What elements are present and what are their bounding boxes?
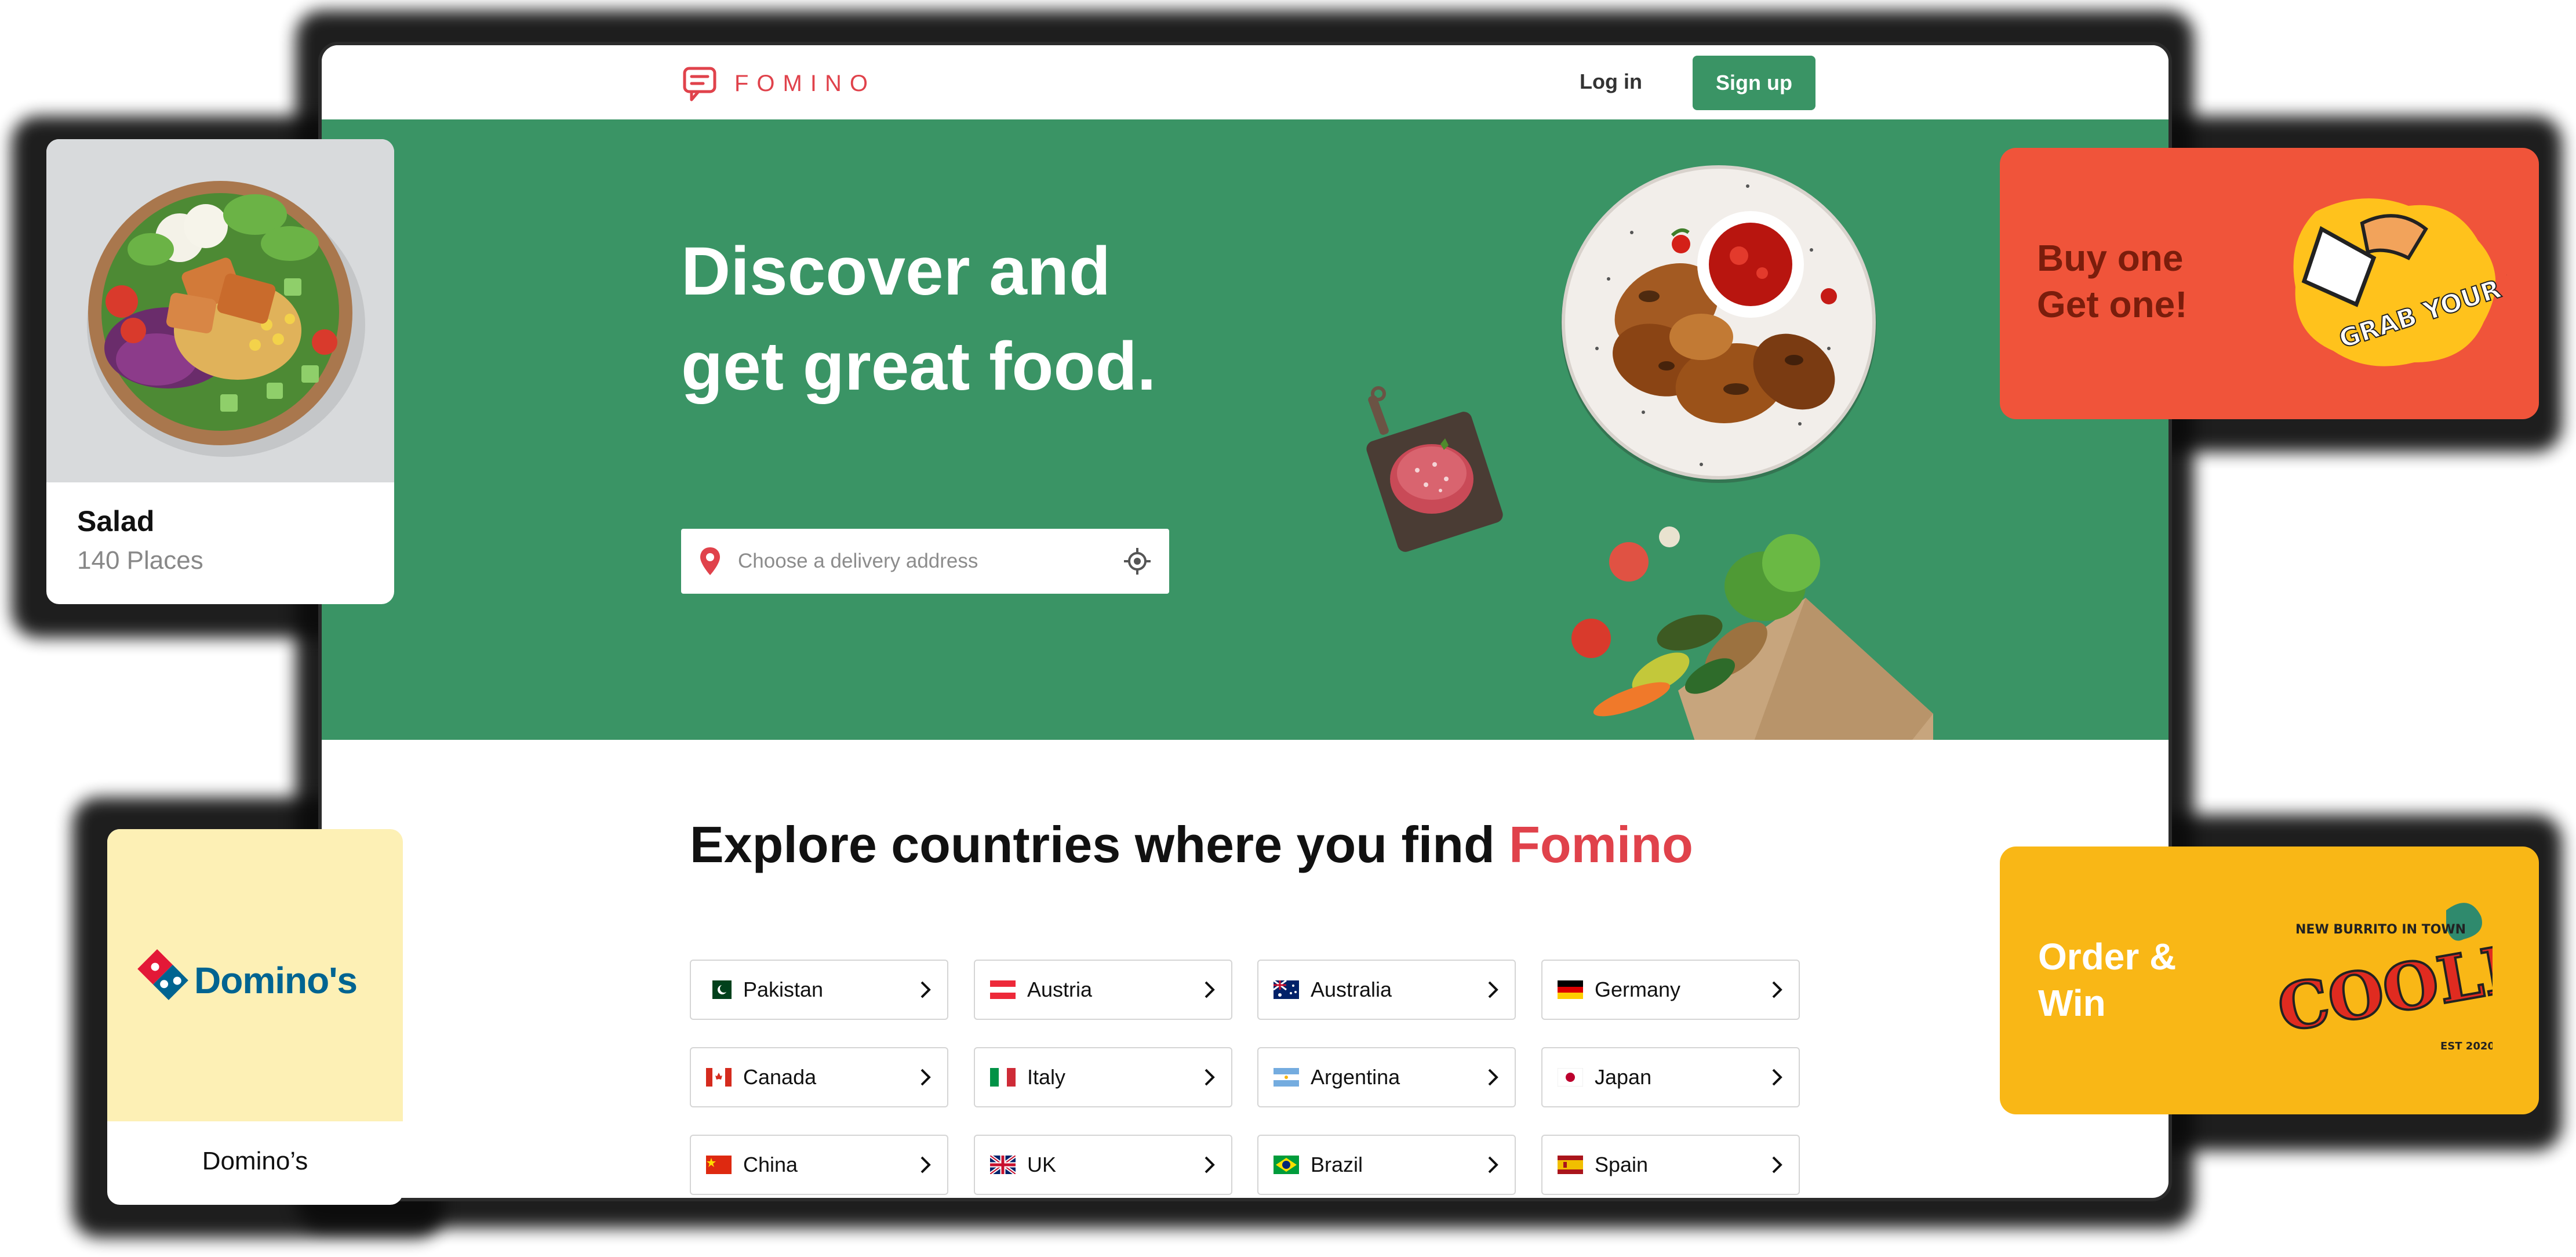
order-win-promo-line-2: Win [2038, 982, 2106, 1024]
country-item-china[interactable]: China [690, 1135, 948, 1195]
germany-flag-icon [1558, 980, 1583, 999]
chevron-right-icon [1772, 1156, 1782, 1174]
country-name: Spain [1595, 1153, 1649, 1176]
top-nav: FOMINO Log in Sign up [322, 45, 2169, 119]
country-name: UK [1027, 1153, 1057, 1176]
chevron-right-icon [1205, 1156, 1215, 1174]
japan-flag-icon [1558, 1068, 1583, 1087]
burger-patty-board-image [1366, 386, 1503, 552]
chevron-right-icon [920, 1069, 931, 1086]
dominos-restaurant-card[interactable]: Domino's Domino’s [107, 829, 403, 1205]
country-item-brazil[interactable]: Brazil [1257, 1135, 1516, 1195]
salad-bowl-image [46, 139, 394, 482]
hero-section: Discover and get great food. Choose a de… [322, 119, 2169, 740]
browser-window: FOMINO Log in Sign up Discover and get g… [318, 42, 2172, 1201]
logo[interactable]: FOMINO [681, 64, 876, 103]
country-name: Australia [1311, 978, 1392, 1001]
canada-flag-icon [706, 1068, 732, 1087]
salad-category-card[interactable]: Salad 140 Places [46, 139, 394, 604]
coolios-sticker-icon: NEW BURRITO IN TOWN COOLIOS EST 2020 [2272, 903, 2493, 1052]
hero-title: Discover and get great food. [681, 224, 1203, 414]
bogo-promo-text: Buy one Get one! [2037, 235, 2188, 328]
country-item-uk[interactable]: UK [974, 1135, 1232, 1195]
signup-button[interactable]: Sign up [1693, 56, 1815, 110]
hero-title-line-2: get great food. [681, 328, 1156, 405]
brazil-flag-icon [1274, 1156, 1299, 1174]
login-link[interactable]: Log in [1580, 70, 1642, 94]
delivery-address-placeholder: Choose a delivery address [738, 550, 978, 572]
chevron-right-icon [1488, 1156, 1498, 1174]
chevron-right-icon [920, 1156, 931, 1174]
chevron-right-icon [1205, 1069, 1215, 1086]
bogo-promo-line-1: Buy one [2037, 237, 2184, 279]
chevron-right-icon [1205, 981, 1215, 998]
chevron-right-icon [1488, 981, 1498, 998]
order-and-win-promo-card[interactable]: Order & Win NEW BURRITO IN TOWN COOLIOS … [2000, 847, 2539, 1114]
country-item-pakistan[interactable]: Pakistan [690, 960, 948, 1020]
chevron-right-icon [1772, 981, 1782, 998]
dominos-logo-text: Domino's [194, 960, 358, 1001]
order-win-promo-text: Order & Win [2038, 933, 2176, 1026]
china-flag-icon [706, 1156, 732, 1174]
country-item-australia[interactable]: Australia [1257, 960, 1516, 1020]
country-item-canada[interactable]: Canada [690, 1047, 948, 1107]
sticker-tagline: NEW BURRITO IN TOWN [2295, 922, 2466, 937]
explore-heading: Explore countries where you find Fomino [690, 815, 1693, 874]
austria-flag-icon [990, 980, 1016, 999]
country-item-japan[interactable]: Japan [1541, 1047, 1800, 1107]
country-name: Canada [743, 1065, 817, 1089]
delivery-address-input[interactable]: Choose a delivery address [681, 529, 1169, 594]
salad-card-subtitle: 140 Places [77, 546, 203, 575]
uk-flag-icon [990, 1156, 1016, 1174]
explore-heading-prefix: Explore countries where you find [690, 816, 1509, 873]
country-name: Japan [1595, 1065, 1652, 1089]
country-item-germany[interactable]: Germany [1541, 960, 1800, 1020]
country-name: Austria [1027, 978, 1093, 1001]
salad-card-title: Salad [77, 505, 155, 537]
hero-title-line-1: Discover and [681, 233, 1111, 310]
sticker-est: EST 2020 [2440, 1040, 2493, 1052]
order-win-promo-line-1: Order & [2038, 936, 2177, 978]
country-name: Germany [1595, 978, 1681, 1001]
explore-heading-brand: Fomino [1509, 816, 1693, 873]
chevron-right-icon [1772, 1069, 1782, 1086]
locate-me-icon[interactable] [1123, 547, 1152, 576]
country-item-spain[interactable]: Spain [1541, 1135, 1800, 1195]
italy-flag-icon [990, 1068, 1016, 1087]
country-item-italy[interactable]: Italy [974, 1047, 1232, 1107]
country-name: China [743, 1153, 798, 1176]
chevron-right-icon [1488, 1069, 1498, 1086]
country-name: Pakistan [743, 978, 824, 1001]
argentina-flag-icon [1274, 1068, 1299, 1087]
dominos-card-title: Domino’s [202, 1147, 308, 1175]
brand-name: FOMINO [734, 70, 876, 96]
bogo-promo-line-2: Get one! [2037, 284, 2188, 325]
country-name: Brazil [1311, 1153, 1363, 1176]
australia-flag-icon [1274, 980, 1299, 999]
country-item-austria[interactable]: Austria [974, 960, 1232, 1020]
country-name: Argentina [1311, 1065, 1400, 1089]
chicken-wings-plate-image [1561, 165, 1876, 483]
location-pin-icon [700, 547, 720, 575]
bogo-promo-card[interactable]: Buy one Get one! GRAB YOUR MUNCHIES [2000, 148, 2539, 419]
fomino-logo-icon [683, 67, 716, 101]
pakistan-flag-icon [706, 980, 732, 999]
chevron-right-icon [920, 981, 931, 998]
dominos-logo-panel: Domino's [107, 829, 403, 1121]
spain-flag-icon [1558, 1156, 1583, 1174]
grab-your-munchies-sticker-icon: GRAB YOUR MUNCHIES [2293, 198, 2507, 366]
country-name: Italy [1027, 1065, 1066, 1089]
grocery-bag-image [1571, 526, 1933, 740]
dominos-tile-icon [137, 949, 188, 1000]
country-item-argentina[interactable]: Argentina [1257, 1047, 1516, 1107]
